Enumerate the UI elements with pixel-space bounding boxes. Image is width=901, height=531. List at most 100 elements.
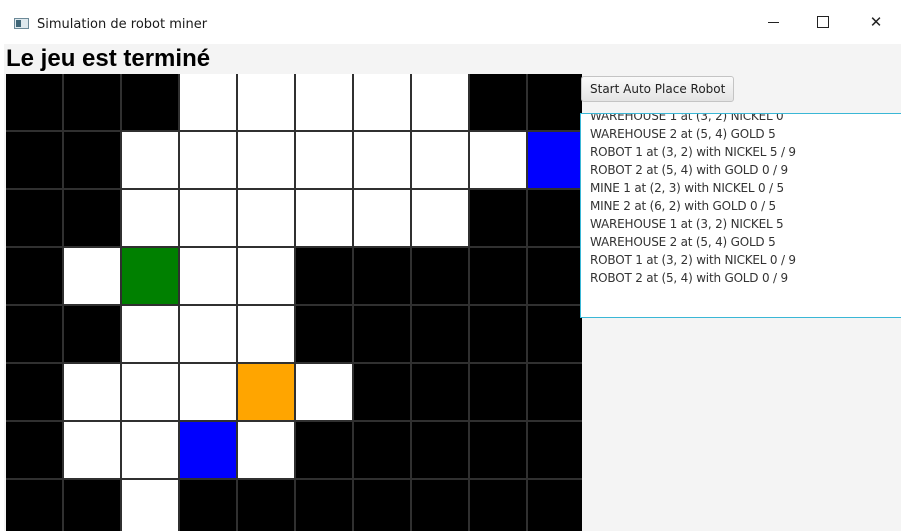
grid-cell-empty — [122, 306, 178, 362]
grid-cell-obstacle — [296, 422, 352, 478]
grid-cell-obstacle — [412, 248, 468, 304]
grid-cell-empty — [354, 132, 410, 188]
minimize-icon — [767, 21, 779, 23]
grid-cell-empty — [64, 422, 120, 478]
grid-cell-obstacle — [528, 190, 582, 246]
log-entry: ROBOT 2 at (5, 4) with GOLD 0 / 9 — [590, 163, 788, 177]
grid-cell-obstacle — [296, 306, 352, 362]
grid-cell-obstacle — [412, 364, 468, 420]
grid-cell-empty — [180, 306, 236, 362]
grid-cell-empty — [238, 248, 294, 304]
grid-cell-empty — [412, 74, 468, 130]
grid-cell-empty — [238, 422, 294, 478]
grid-cell-obstacle — [238, 480, 294, 531]
grid-cell-obstacle — [412, 480, 468, 531]
app-window-icon — [14, 18, 29, 29]
maximize-button[interactable] — [800, 6, 846, 38]
grid-cell-empty — [296, 364, 352, 420]
grid-cell-obstacle — [6, 132, 62, 188]
grid-cell-obstacle — [528, 422, 582, 478]
close-icon: ✕ — [869, 13, 883, 31]
grid-cell-obstacle — [64, 74, 120, 130]
grid-cell-obstacle — [354, 306, 410, 362]
grid-cell-obstacle — [6, 306, 62, 362]
grid-cell-obstacle — [64, 132, 120, 188]
grid-cell-empty — [122, 480, 178, 531]
grid-cell-obstacle — [6, 248, 62, 304]
grid-cell-obstacle — [528, 248, 582, 304]
grid-cell-empty — [354, 74, 410, 130]
grid-cell-obstacle — [296, 248, 352, 304]
event-log[interactable]: WAREHOUSE 1 at (3, 2) NICKEL 0 WAREHOUSE … — [580, 113, 901, 318]
grid-cell-obstacle — [470, 306, 526, 362]
grid-cell-robot — [180, 422, 236, 478]
minimize-button[interactable] — [750, 6, 796, 38]
grid-cell-empty — [470, 132, 526, 188]
log-entry: MINE 2 at (6, 2) with GOLD 0 / 5 — [590, 199, 776, 213]
grid-cell-mine — [122, 248, 178, 304]
window-left-edge — [0, 44, 4, 531]
grid-cell-empty — [64, 364, 120, 420]
grid-cell-warehouse — [238, 364, 294, 420]
log-entry: WAREHOUSE 2 at (5, 4) GOLD 5 — [590, 235, 776, 249]
grid-cell-obstacle — [354, 480, 410, 531]
log-entry: ROBOT 1 at (3, 2) with NICKEL 0 / 9 — [590, 253, 796, 267]
grid-cell-empty — [122, 132, 178, 188]
log-entry: WAREHOUSE 1 at (3, 2) NICKEL 0 — [590, 113, 784, 123]
game-status-heading: Le jeu est terminé — [6, 45, 211, 72]
grid-cell-obstacle — [470, 480, 526, 531]
log-entry: WAREHOUSE 1 at (3, 2) NICKEL 5 — [590, 217, 784, 231]
grid-cell-obstacle — [528, 480, 582, 531]
grid-cell-empty — [180, 190, 236, 246]
grid-cell-empty — [180, 132, 236, 188]
grid-cell-obstacle — [6, 74, 62, 130]
event-log-list: WAREHOUSE 1 at (3, 2) NICKEL 0 WAREHOUSE … — [590, 113, 796, 287]
grid-cell-obstacle — [296, 480, 352, 531]
maximize-icon — [817, 16, 829, 28]
grid-cell-empty — [296, 132, 352, 188]
grid-cell-empty — [180, 248, 236, 304]
grid-cell-empty — [296, 74, 352, 130]
log-entry: MINE 1 at (2, 3) with NICKEL 0 / 5 — [590, 181, 784, 195]
grid-cell-obstacle — [354, 364, 410, 420]
grid-cell-obstacle — [528, 74, 582, 130]
grid-cell-empty — [180, 364, 236, 420]
grid-cell-obstacle — [6, 190, 62, 246]
grid-cell-obstacle — [354, 422, 410, 478]
grid-cell-obstacle — [6, 364, 62, 420]
grid-cell-obstacle — [470, 190, 526, 246]
grid-cell-empty — [238, 190, 294, 246]
grid-cell-obstacle — [64, 480, 120, 531]
log-entry: ROBOT 2 at (5, 4) with GOLD 0 / 9 — [590, 271, 788, 285]
grid-cell-empty — [122, 190, 178, 246]
grid-cell-obstacle — [412, 422, 468, 478]
window-title: Simulation de robot miner — [37, 17, 208, 32]
simulation-grid — [6, 74, 582, 531]
log-entry: WAREHOUSE 2 at (5, 4) GOLD 5 — [590, 127, 776, 141]
grid-cell-empty — [238, 132, 294, 188]
grid-cell-empty — [122, 422, 178, 478]
grid-cell-obstacle — [412, 306, 468, 362]
grid-cell-obstacle — [470, 74, 526, 130]
title-bar: Simulation de robot miner ✕ — [0, 0, 901, 44]
close-button[interactable]: ✕ — [853, 6, 899, 38]
grid-cell-obstacle — [354, 248, 410, 304]
log-entry: ROBOT 1 at (3, 2) with NICKEL 5 / 9 — [590, 145, 796, 159]
grid-cell-empty — [412, 190, 468, 246]
grid-cell-empty — [412, 132, 468, 188]
grid-cell-robot — [528, 132, 582, 188]
grid-cell-obstacle — [180, 480, 236, 531]
start-auto-place-robot-button[interactable]: Start Auto Place Robot — [581, 76, 735, 102]
grid-cell-empty — [122, 364, 178, 420]
grid-cell-empty — [238, 74, 294, 130]
grid-cell-obstacle — [122, 74, 178, 130]
grid-cell-obstacle — [470, 422, 526, 478]
grid-cell-obstacle — [64, 190, 120, 246]
grid-cell-obstacle — [528, 306, 582, 362]
grid-cell-empty — [238, 306, 294, 362]
grid-cell-empty — [64, 248, 120, 304]
grid-cell-empty — [180, 74, 236, 130]
grid-cell-obstacle — [6, 480, 62, 531]
grid-cell-obstacle — [470, 248, 526, 304]
grid-cell-obstacle — [528, 364, 582, 420]
